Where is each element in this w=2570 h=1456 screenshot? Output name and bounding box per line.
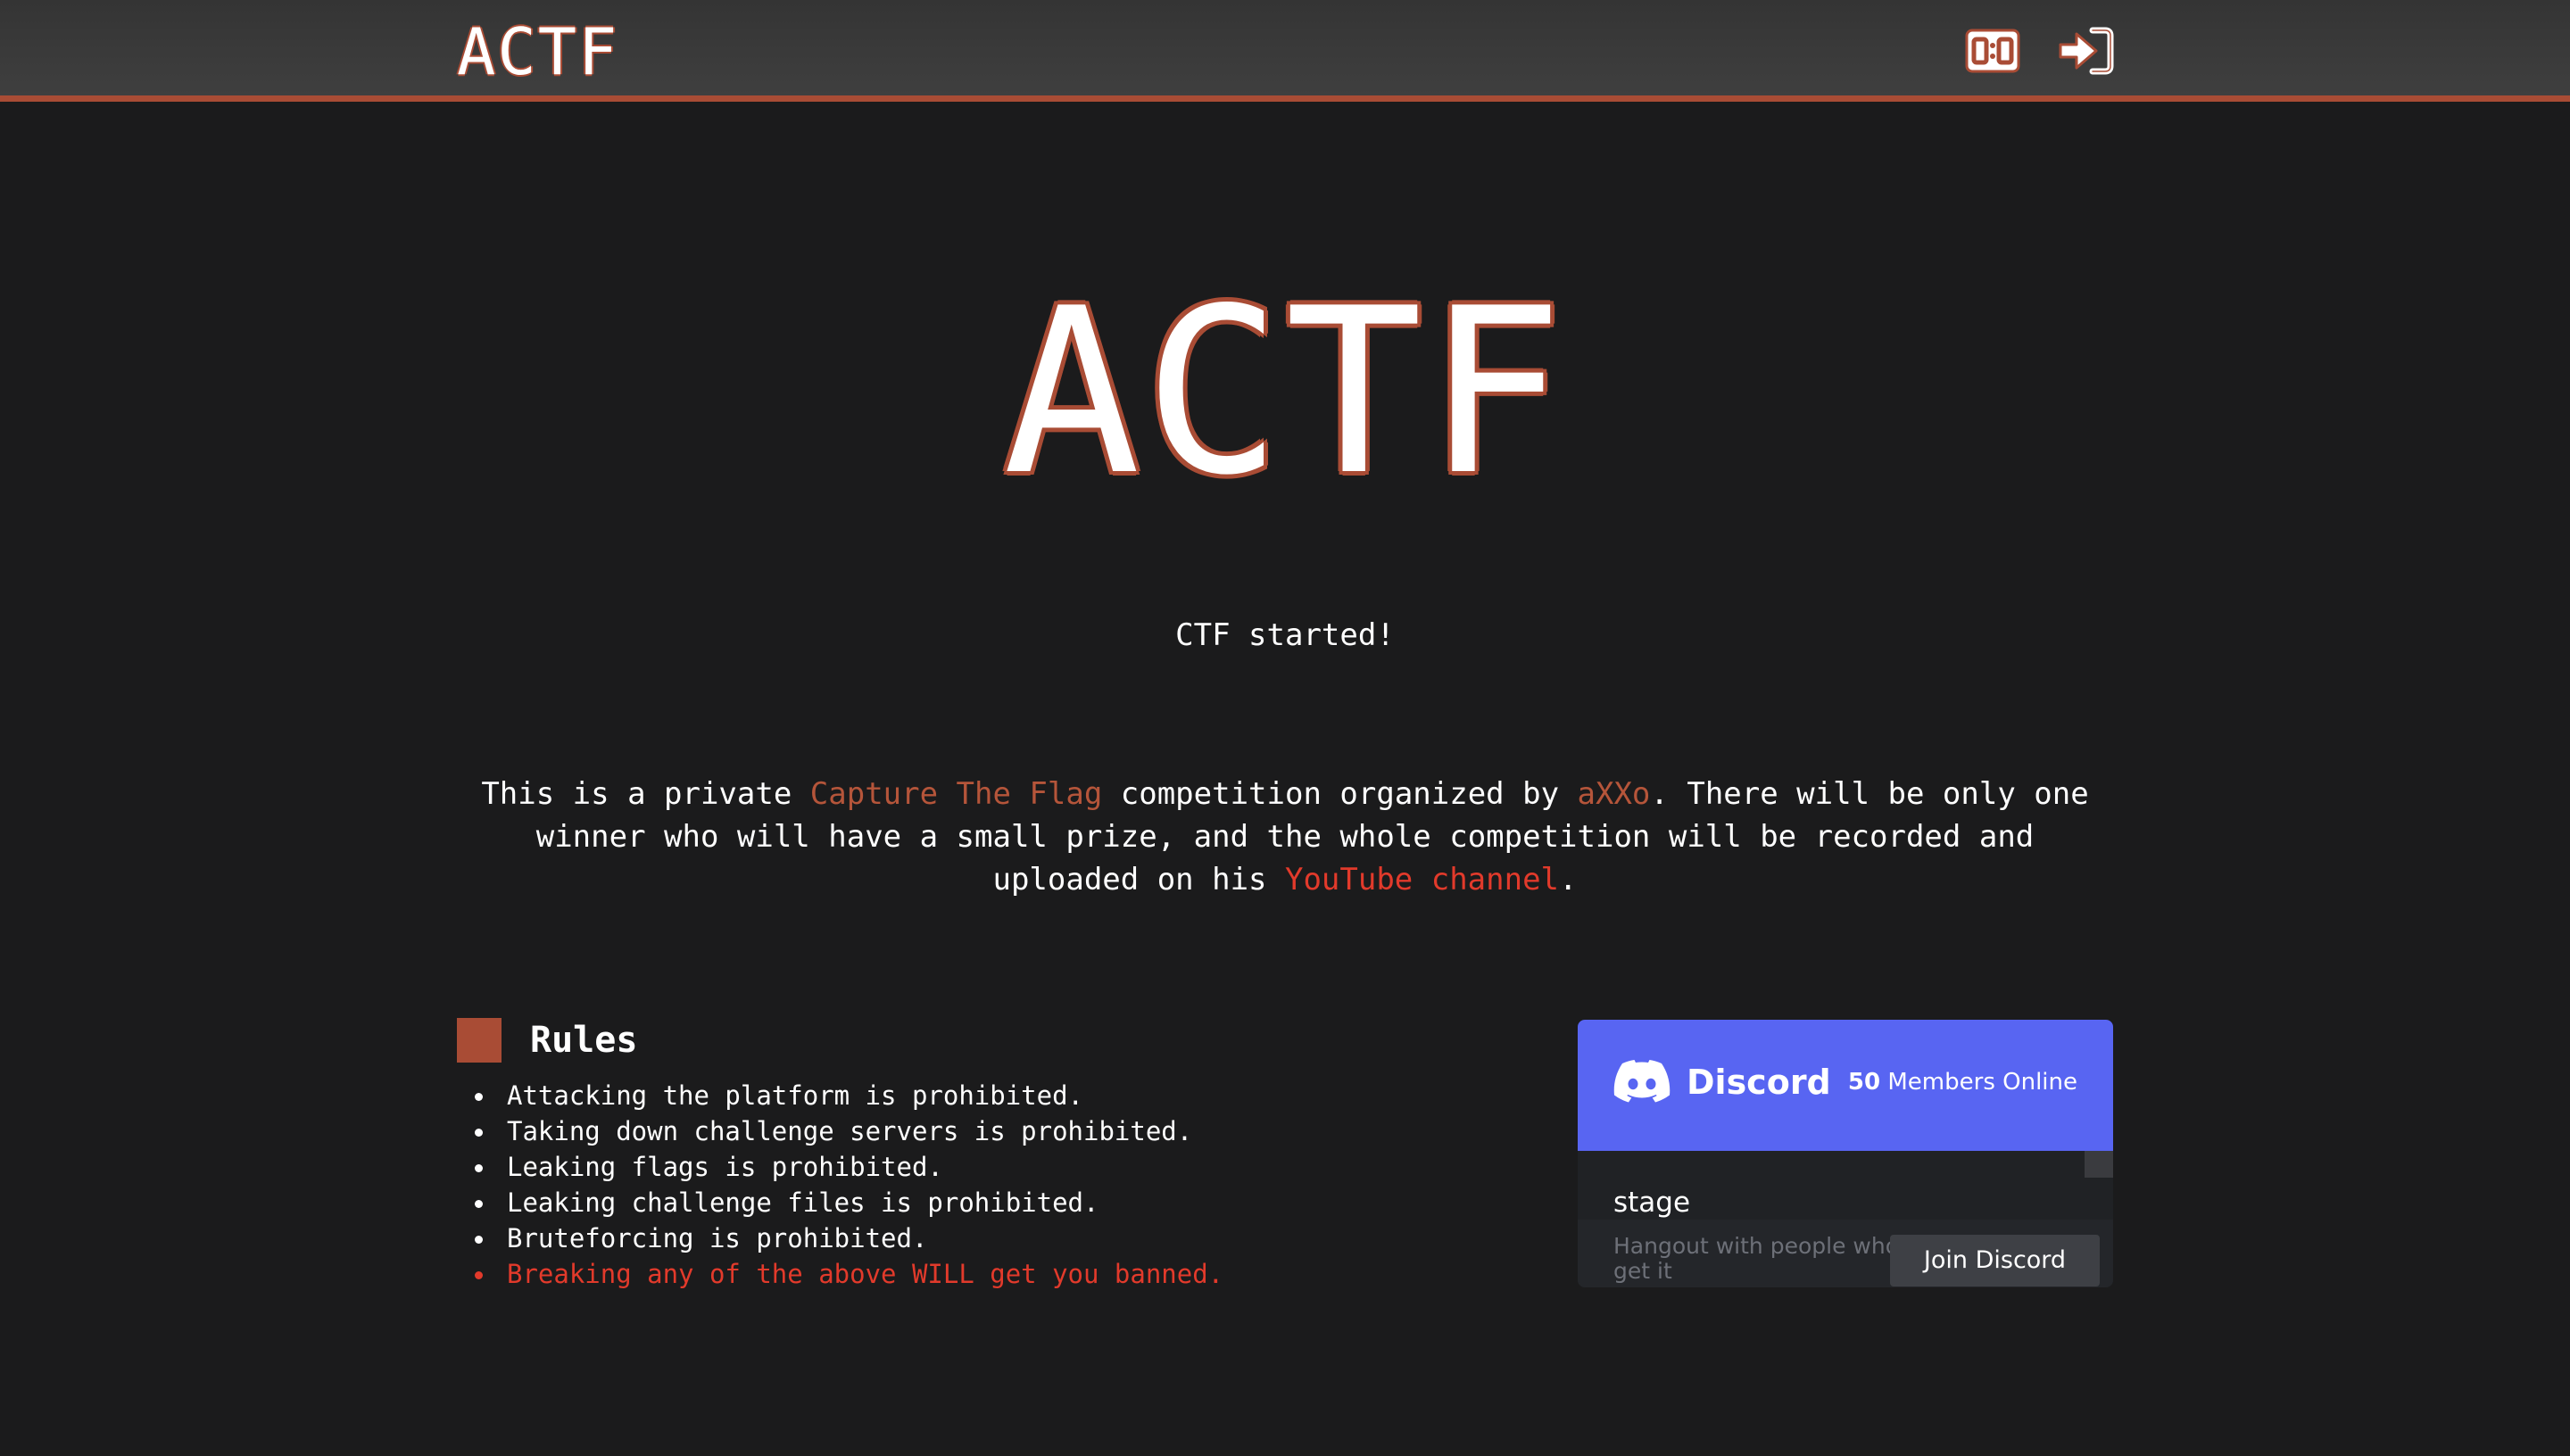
- navbar: ACTF: [0, 0, 2570, 102]
- rules-header: Rules: [457, 1017, 637, 1063]
- brand-logo[interactable]: ACTF: [457, 12, 618, 91]
- rules-title: Rules: [530, 1020, 638, 1061]
- youtube-channel-link[interactable]: YouTube channel: [1285, 862, 1559, 898]
- discord-scrollbar[interactable]: [2085, 1151, 2113, 1178]
- intro-text: competition organized by: [1102, 776, 1578, 812]
- rules-marker-icon: [457, 1018, 502, 1063]
- rule-warning: Breaking any of the above WILL get you b…: [474, 1256, 1223, 1292]
- discord-header: Discord 50 Members Online: [1578, 1020, 2113, 1151]
- discord-icon[interactable]: [1613, 1059, 1670, 1105]
- discord-online-count: 50 Members Online: [1848, 1064, 2077, 1100]
- capture-the-flag-link[interactable]: Capture The Flag: [810, 776, 1103, 812]
- discord-wordmark: Discord: [1687, 1063, 1831, 1102]
- rule-item: Leaking flags is prohibited.: [474, 1149, 1223, 1185]
- rule-item: Bruteforcing is prohibited.: [474, 1220, 1223, 1256]
- scoreboard-icon[interactable]: [1964, 25, 2021, 77]
- intro-text: .: [1559, 862, 1578, 898]
- discord-channel-name[interactable]: stage: [1613, 1185, 1690, 1220]
- rule-item: Taking down challenge servers is prohibi…: [474, 1113, 1223, 1149]
- discord-widget: Discord 50 Members Online stage Hangout …: [1578, 1020, 2113, 1287]
- intro-text: This is a private: [481, 776, 810, 812]
- online-count-number: 50: [1847, 1069, 1881, 1096]
- rule-item: Attacking the platform is prohibited.: [474, 1078, 1223, 1113]
- intro-paragraph: This is a private Capture The Flag compe…: [455, 773, 2115, 901]
- join-discord-button[interactable]: Join Discord: [1890, 1235, 2100, 1286]
- rules-list: Attacking the platform is prohibited. Ta…: [457, 1078, 1223, 1292]
- discord-tagline: Hangout with people who get it: [1613, 1233, 1899, 1284]
- organizer-link[interactable]: aXXo: [1578, 776, 1651, 812]
- ctf-status: CTF started!: [1175, 617, 1395, 653]
- hero-title: ACTF: [1002, 260, 1568, 525]
- online-count-label: Members Online: [1880, 1069, 2077, 1096]
- login-icon[interactable]: [2057, 25, 2114, 77]
- rule-item: Leaking challenge files is prohibited.: [474, 1185, 1223, 1220]
